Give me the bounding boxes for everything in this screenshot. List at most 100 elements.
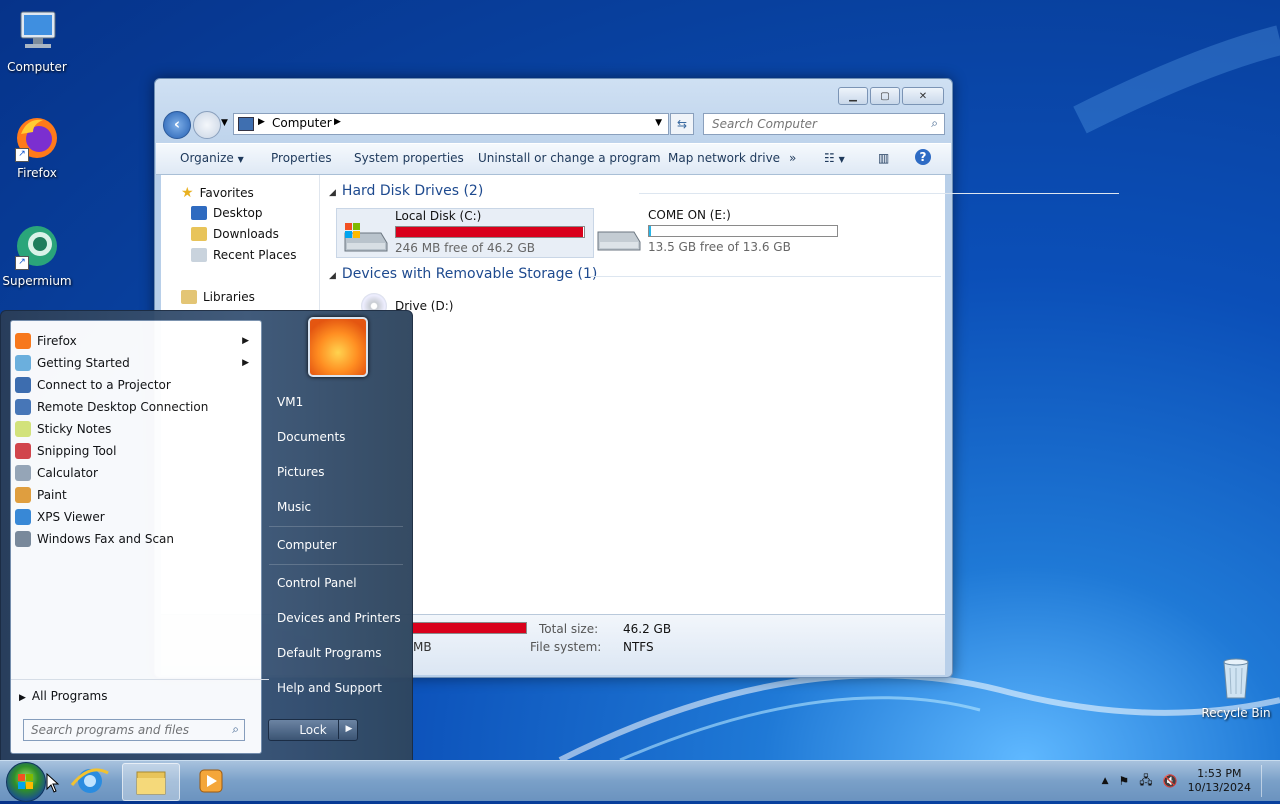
drive-name: COME ON (E:) bbox=[648, 208, 731, 222]
start-link-vm1[interactable]: VM1 bbox=[277, 395, 303, 409]
action-center-flag-icon[interactable]: ⚑ bbox=[1118, 774, 1129, 788]
desktop-icon-computer[interactable]: Computer bbox=[0, 8, 77, 74]
all-programs-label: All Programs bbox=[31, 689, 108, 703]
section-hard-disk-drives[interactable]: ◢ Hard Disk Drives (2) bbox=[329, 183, 483, 199]
collapse-icon: ◢ bbox=[329, 188, 336, 198]
search-box[interactable]: ⌕ bbox=[703, 113, 945, 135]
nav-recent-places[interactable]: Recent Places bbox=[191, 248, 296, 262]
back-button[interactable]: ‹ bbox=[163, 111, 191, 139]
program-item[interactable]: Calculator bbox=[15, 462, 255, 484]
clock-date: 10/13/2024 bbox=[1187, 781, 1251, 794]
start-link-control-panel[interactable]: Control Panel bbox=[277, 576, 357, 590]
volume-muted-icon[interactable]: 🔇 bbox=[1163, 774, 1178, 788]
close-button[interactable]: ✕ bbox=[902, 87, 944, 105]
details-total-label: Total size: bbox=[539, 622, 599, 636]
system-properties-button[interactable]: System properties bbox=[354, 151, 464, 165]
start-menu[interactable]: Firefox ▶ Getting Started ▶ Connect to a Pro… bbox=[0, 310, 413, 762]
help-icon[interactable]: ? bbox=[915, 149, 931, 165]
start-link-documents[interactable]: Documents bbox=[277, 430, 345, 444]
command-bar: Organize ▼ Properties System properties … bbox=[156, 143, 951, 175]
folder-icon bbox=[136, 771, 166, 795]
taskbar-internet-explorer[interactable] bbox=[62, 763, 118, 799]
preview-pane-icon[interactable]: ▥ bbox=[878, 151, 889, 165]
more-commands-button[interactable]: » bbox=[789, 151, 796, 165]
start-link-devices-and-printers[interactable]: Devices and Printers bbox=[277, 611, 401, 625]
recent-places-icon bbox=[191, 248, 207, 262]
firefox-icon bbox=[15, 333, 31, 349]
section-removable-storage[interactable]: ◢ Devices with Removable Storage (1) bbox=[329, 266, 597, 282]
collapse-icon: ◢ bbox=[329, 271, 336, 281]
start-search-input[interactable] bbox=[29, 722, 223, 738]
nav-downloads[interactable]: Downloads bbox=[191, 227, 279, 241]
program-item[interactable]: XPS Viewer bbox=[15, 506, 255, 528]
program-item[interactable]: Paint bbox=[15, 484, 255, 506]
start-link-default-programs[interactable]: Default Programs bbox=[277, 646, 382, 660]
start-button[interactable] bbox=[6, 762, 46, 802]
search-icon: ⌕ bbox=[232, 722, 239, 736]
organize-button[interactable]: Organize ▼ bbox=[180, 151, 244, 165]
forward-button[interactable] bbox=[193, 111, 221, 139]
program-item[interactable]: Firefox ▶ bbox=[15, 330, 255, 352]
maximize-button[interactable]: ▢ bbox=[870, 87, 900, 105]
minimize-button[interactable]: ▁ bbox=[838, 87, 868, 105]
refresh-button[interactable]: ⇆ bbox=[670, 113, 694, 135]
program-item[interactable]: Connect to a Projector bbox=[15, 374, 255, 396]
system-tray: ▲ ⚑ 🖧 🔇 1:53 PM 10/13/2024 bbox=[1102, 765, 1274, 797]
all-programs-button[interactable]: ▶ All Programs bbox=[11, 679, 269, 703]
nav-label: Favorites bbox=[199, 186, 254, 200]
navigation-bar: ‹ ▼ ▶ Computer ▶ ▼ ⇆ ⌕ bbox=[163, 111, 945, 139]
lock-label: Lock bbox=[299, 723, 327, 737]
breadcrumb-arrow-icon[interactable]: ▶ bbox=[334, 117, 341, 127]
start-link-music[interactable]: Music bbox=[277, 500, 311, 514]
drive-c[interactable]: Local Disk (C:) 246 MB free of 46.2 GB bbox=[336, 208, 594, 258]
start-search-box[interactable]: ⌕ bbox=[23, 719, 245, 741]
program-item[interactable]: Windows Fax and Scan bbox=[15, 528, 255, 550]
program-label: Remote Desktop Connection bbox=[37, 400, 209, 414]
start-link-computer[interactable]: Computer bbox=[277, 538, 337, 552]
fax-scan-icon bbox=[15, 531, 31, 547]
breadcrumb-computer[interactable]: Computer bbox=[272, 116, 332, 130]
section-title: Devices with Removable Storage (1) bbox=[341, 266, 598, 282]
desktop-icon-label: Supermium bbox=[2, 274, 72, 288]
nav-libraries[interactable]: Libraries bbox=[181, 290, 255, 304]
taskbar-media-player[interactable] bbox=[182, 763, 238, 799]
address-bar[interactable]: ▶ Computer ▶ ▼ bbox=[233, 113, 669, 135]
shutdown-options-arrow-icon[interactable]: ▶ bbox=[338, 719, 359, 739]
expand-arrow-icon: ▶ bbox=[19, 693, 26, 703]
start-menu-separator bbox=[269, 526, 403, 527]
start-link-help-and-support[interactable]: Help and Support bbox=[277, 681, 382, 695]
start-link-pictures[interactable]: Pictures bbox=[277, 465, 325, 479]
taskbar-windows-explorer[interactable] bbox=[122, 763, 180, 801]
network-icon[interactable]: 🖧 bbox=[1139, 771, 1152, 792]
program-label: Sticky Notes bbox=[37, 422, 112, 436]
desktop-icon-firefox[interactable]: ↗ Firefox bbox=[0, 114, 77, 180]
section-title: Hard Disk Drives (2) bbox=[341, 183, 484, 199]
nav-favorites[interactable]: ★ Favorites bbox=[181, 185, 254, 201]
show-hidden-icons-icon[interactable]: ▲ bbox=[1102, 776, 1109, 786]
lock-button[interactable]: Lock ▶ bbox=[268, 719, 358, 741]
search-input[interactable] bbox=[710, 116, 924, 132]
address-dropdown-icon[interactable]: ▼ bbox=[655, 118, 662, 128]
breadcrumb-arrow-icon[interactable]: ▶ bbox=[258, 117, 265, 127]
program-item[interactable]: Sticky Notes bbox=[15, 418, 255, 440]
clock[interactable]: 1:53 PM 10/13/2024 bbox=[1188, 767, 1251, 795]
user-picture[interactable] bbox=[308, 317, 368, 377]
drive-e[interactable]: COME ON (E:) 13.5 GB free of 13.6 GB bbox=[594, 208, 838, 254]
nav-desktop[interactable]: Desktop bbox=[191, 206, 263, 220]
desktop-icon-recycle-bin[interactable]: Recycle Bin bbox=[1196, 654, 1276, 720]
map-network-drive-button[interactable]: Map network drive bbox=[668, 151, 780, 165]
program-item[interactable]: Remote Desktop Connection bbox=[15, 396, 255, 418]
view-options-icon[interactable]: ☷ ▼ bbox=[824, 151, 845, 165]
recent-pages-dropdown-icon[interactable]: ▼ bbox=[221, 118, 228, 128]
properties-button[interactable]: Properties bbox=[271, 151, 332, 165]
details-usage-bar bbox=[411, 622, 527, 634]
uninstall-program-button[interactable]: Uninstall or change a program bbox=[478, 151, 661, 165]
desktop-icon-label: Firefox bbox=[17, 166, 57, 180]
drive-usage-fill bbox=[649, 226, 651, 236]
desktop-icon-supermium[interactable]: ↗ Supermium bbox=[0, 222, 77, 288]
snipping-tool-icon bbox=[15, 443, 31, 459]
program-item[interactable]: Getting Started ▶ bbox=[15, 352, 255, 374]
program-item[interactable]: Snipping Tool bbox=[15, 440, 255, 462]
show-desktop-button[interactable] bbox=[1261, 765, 1274, 797]
desktop-icon-label: Recycle Bin bbox=[1201, 706, 1271, 720]
